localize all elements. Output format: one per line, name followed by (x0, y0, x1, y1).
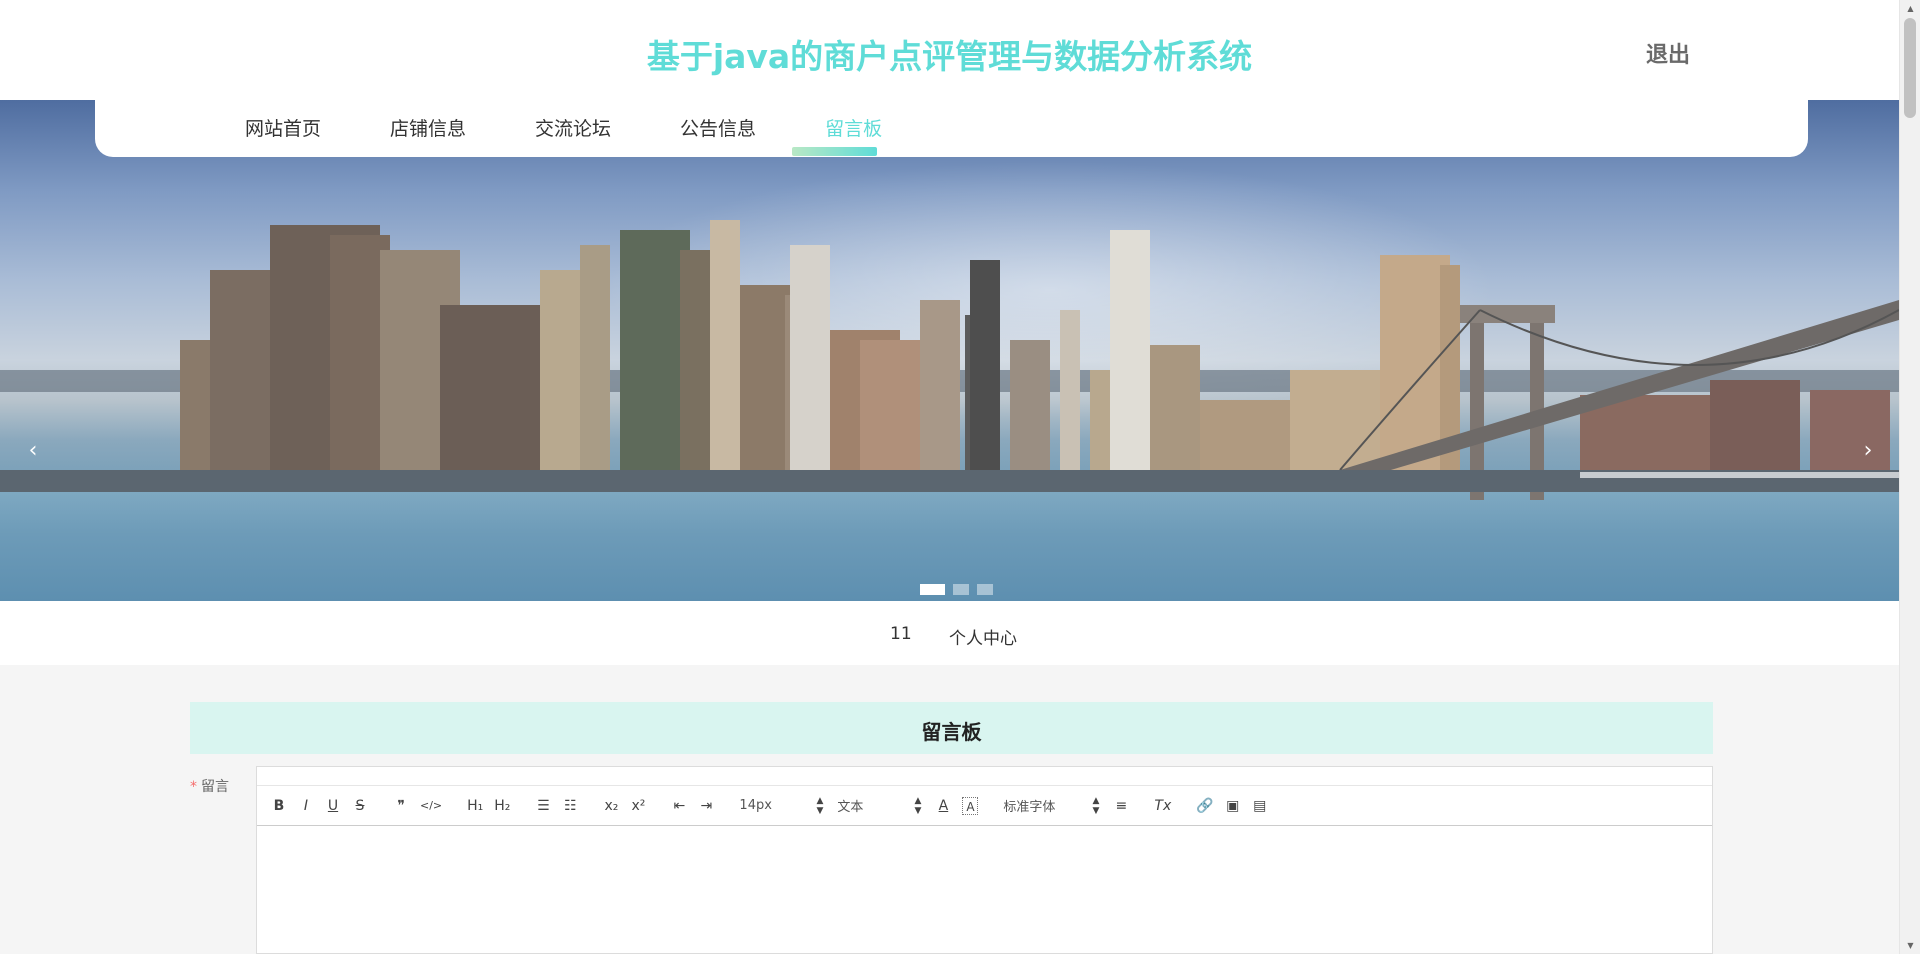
message-field-label: * 留言 (190, 776, 229, 796)
city-skyline-image (0, 220, 1899, 500)
rich-text-editor: B I U S ❞ </> H₁ H₂ ☰ ☷ x₂ x² ⇤ ⇥ 14px ▲ ▼… (256, 766, 1713, 954)
blockquote-button[interactable]: ❞ (393, 795, 409, 817)
video-icon[interactable]: ▤ (1252, 795, 1268, 817)
italic-button[interactable]: I (298, 795, 314, 817)
header-select[interactable]: 文本 ▲ ▼ (837, 795, 921, 817)
nav-item-home[interactable]: 网站首页 (245, 114, 321, 141)
code-block-button[interactable]: </> (420, 795, 442, 817)
username: 11 (890, 624, 912, 644)
scroll-up-icon[interactable]: ▲ (1900, 0, 1920, 17)
indent-icon[interactable]: ⇥ (698, 795, 714, 817)
page-scrollbar[interactable]: ▲ ▼ (1899, 0, 1920, 954)
scroll-thumb[interactable] (1904, 18, 1916, 118)
user-bar: 11 个人中心 (0, 601, 1899, 665)
font-size-select[interactable]: 14px ▲ ▼ (739, 795, 823, 817)
nav-active-underline (792, 147, 877, 156)
underline-button[interactable]: U (325, 795, 341, 817)
message-board-header: 留言板 (190, 702, 1713, 754)
header-select-value: 文本 (837, 800, 864, 815)
superscript-button[interactable]: x² (630, 795, 646, 817)
ordered-list-icon[interactable]: ☰ (535, 795, 551, 817)
font-color-icon[interactable]: A (935, 795, 951, 817)
site-title: 基于java的商户点评管理与数据分析系统 (646, 37, 1253, 76)
carousel-dot-3[interactable] (977, 584, 993, 595)
required-mark: * (190, 779, 197, 795)
page: 基于java的商户点评管理与数据分析系统 退出 ‹ › 网站首页 店铺信息 交流… (0, 0, 1920, 954)
nav-item-forum[interactable]: 交流论坛 (535, 114, 611, 141)
carousel-next-arrow[interactable]: › (1853, 436, 1883, 466)
font-size-value: 14px (739, 798, 772, 813)
bold-button[interactable]: B (271, 795, 287, 817)
scroll-down-icon[interactable]: ▼ (1900, 937, 1920, 954)
header-1-button[interactable]: H₁ (467, 795, 483, 817)
carousel-prev-arrow[interactable]: ‹ (18, 436, 48, 466)
clean-format-icon[interactable]: Tx (1154, 795, 1171, 817)
message-content-area[interactable] (257, 827, 1712, 954)
bullet-list-icon[interactable]: ☷ (562, 795, 578, 817)
main-nav-card: 网站首页 店铺信息 交流论坛 公告信息 留言板 (95, 100, 1808, 157)
editor-top-strip (257, 767, 1712, 786)
header-2-button[interactable]: H₂ (494, 795, 510, 817)
personal-center-link[interactable]: 个人中心 (949, 624, 1017, 649)
subscript-button[interactable]: x₂ (603, 795, 619, 817)
font-family-value: 标准字体 (1003, 800, 1056, 815)
carousel-dot-2[interactable] (953, 584, 969, 595)
background-color-icon[interactable]: A (962, 796, 979, 815)
font-family-select[interactable]: 标准字体 ▲ ▼ (1003, 795, 1099, 817)
select-caret-icon: ▲ ▼ (1092, 795, 1100, 816)
link-icon[interactable]: 🔗 (1196, 795, 1213, 817)
select-caret-icon: ▲ ▼ (816, 795, 824, 816)
message-label-text: 留言 (201, 779, 229, 795)
banner-carousel: ‹ › (0, 100, 1899, 601)
outdent-icon[interactable]: ⇤ (671, 795, 687, 817)
logout-button[interactable]: 退出 (1646, 37, 1690, 69)
message-board-title: 留言板 (921, 720, 982, 744)
main-nav: 网站首页 店铺信息 交流论坛 公告信息 留言板 (245, 114, 951, 141)
strike-button[interactable]: S (352, 795, 368, 817)
carousel-indicators (920, 584, 993, 595)
align-icon[interactable]: ≡ (1113, 795, 1129, 817)
image-icon[interactable]: ▣ (1225, 795, 1241, 817)
select-caret-icon: ▲ ▼ (914, 795, 922, 816)
nav-item-shops[interactable]: 店铺信息 (390, 114, 466, 141)
nav-item-message-board[interactable]: 留言板 (825, 114, 882, 141)
header: 基于java的商户点评管理与数据分析系统 退出 (0, 0, 1899, 100)
nav-item-notices[interactable]: 公告信息 (680, 114, 756, 141)
editor-toolbar: B I U S ❞ </> H₁ H₂ ☰ ☷ x₂ x² ⇤ ⇥ 14px ▲ ▼… (257, 786, 1712, 826)
carousel-dot-1[interactable] (920, 584, 945, 595)
